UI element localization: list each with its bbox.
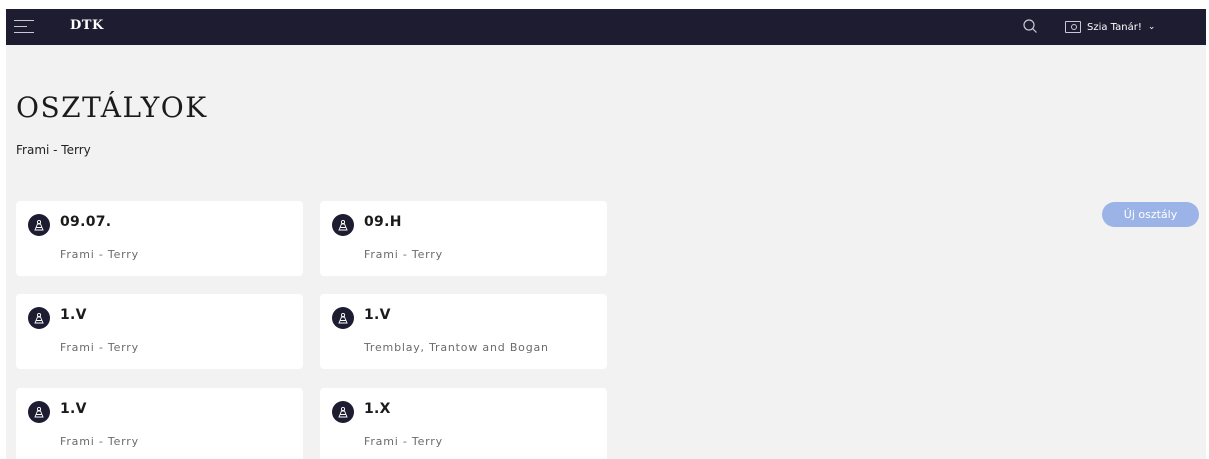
user-greeting: Szia Tanár!	[1087, 21, 1142, 33]
class-icon	[28, 214, 50, 236]
search-icon[interactable]	[1022, 18, 1038, 34]
new-class-button[interactable]: Új osztály	[1102, 202, 1199, 227]
page-title: OSZTÁLYOK	[16, 91, 208, 124]
class-school: Frami - Terry	[60, 435, 139, 448]
class-card[interactable]: 09.07. Frami - Terry	[16, 201, 303, 276]
brand-logo[interactable]: DTK	[70, 18, 104, 33]
class-name: 1.V	[364, 307, 391, 323]
chevron-down-icon: ⌄	[1147, 22, 1156, 32]
top-navbar: DTK Szia Tanár! ⌄	[6, 9, 1206, 45]
class-school: Frami - Terry	[60, 248, 139, 261]
class-icon	[332, 401, 354, 423]
class-name: 1.X	[364, 401, 391, 417]
class-name: 09.07.	[60, 214, 112, 230]
class-icon	[28, 307, 50, 329]
class-icon	[332, 307, 354, 329]
class-name: 1.V	[60, 307, 87, 323]
class-card[interactable]: 1.X Frami - Terry	[320, 388, 607, 459]
user-menu[interactable]: Szia Tanár! ⌄	[1065, 18, 1155, 36]
class-name: 1.V	[60, 401, 87, 417]
class-school: Frami - Terry	[364, 248, 443, 261]
hamburger-menu-icon[interactable]	[14, 20, 34, 34]
user-badge-icon	[1065, 21, 1081, 33]
class-school: Frami - Terry	[364, 435, 443, 448]
class-school: Tremblay, Trantow and Bogan	[364, 341, 549, 354]
main-content: OSZTÁLYOK Frami - Terry Új osztály 09.07…	[6, 45, 1206, 459]
class-card[interactable]: 1.V Frami - Terry	[16, 388, 303, 459]
class-card[interactable]: 1.V Tremblay, Trantow and Bogan	[320, 294, 607, 369]
class-icon	[28, 401, 50, 423]
page-subtitle: Frami - Terry	[16, 143, 91, 157]
class-icon	[332, 214, 354, 236]
class-name: 09.H	[364, 214, 402, 230]
class-card[interactable]: 1.V Frami - Terry	[16, 294, 303, 369]
class-card[interactable]: 09.H Frami - Terry	[320, 201, 607, 276]
class-school: Frami - Terry	[60, 341, 139, 354]
